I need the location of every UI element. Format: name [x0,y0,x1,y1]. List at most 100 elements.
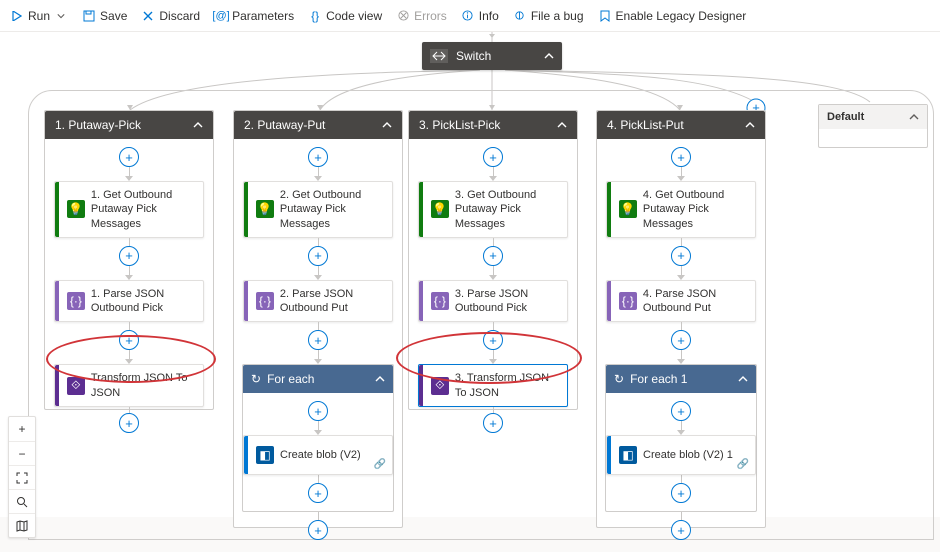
case-4-title: 4. PickList-Put [607,118,684,132]
action-parse-4[interactable]: {·}4. Parse JSON Outbound Put [606,280,756,323]
loop-icon: ↻ [614,372,624,386]
action-get-3[interactable]: 💡3. Get Outbound Putaway Pick Messages [418,181,568,238]
lightbulb-icon: 💡 [619,200,637,218]
link-icon: 🔗 [374,459,386,470]
json-icon: {·} [67,292,85,310]
add-action-button[interactable]: + [483,147,503,167]
default-case[interactable]: Default [818,104,928,148]
add-action-button[interactable]: + [483,246,503,266]
action-transform-3[interactable]: ⟐3. Transform JSON To JSON [418,364,568,407]
case-1-header[interactable]: 1. Putaway-Pick [45,111,213,139]
info-icon [461,9,475,23]
lightbulb-icon: 💡 [67,200,85,218]
foreach-label: For each [267,372,314,386]
run-label: Run [28,9,50,23]
blob-icon: ◧ [256,446,274,464]
action-parse-2[interactable]: {·}2. Parse JSON Outbound Put [243,280,393,323]
case-4-header[interactable]: 4. PickList-Put [597,111,765,139]
save-icon [82,9,96,23]
foreach-label: For each 1 [630,372,687,386]
info-button[interactable]: Info [461,9,499,23]
add-action-button[interactable]: + [308,401,328,421]
action-get-2[interactable]: 💡2. Get Outbound Putaway Pick Messages [243,181,393,238]
errors-button[interactable]: Errors [396,9,447,23]
add-action-button[interactable]: + [308,330,328,350]
loop-icon: ↻ [251,372,261,386]
action-blob-4[interactable]: ◧Create blob (V2) 1🔗 [606,435,756,475]
run-button[interactable]: Run [10,9,68,23]
parameters-icon: [@] [214,9,228,23]
case-4: 4. PickList-Put + 💡 4. Get Outbound Putaw… [596,110,766,528]
chevron-up-icon[interactable] [375,374,385,384]
filebug-button[interactable]: File a bug [513,9,584,23]
add-action-button[interactable]: + [119,330,139,350]
action-get-1[interactable]: 💡 1. Get Outbound Putaway Pick Messages [54,181,204,238]
add-action-button[interactable]: + [671,483,691,503]
chevron-up-icon[interactable] [738,374,748,384]
action-label: 3. Transform JSON To JSON [455,371,559,400]
chevron-up-icon[interactable] [193,120,203,130]
add-action-button[interactable]: + [671,330,691,350]
designer-canvas[interactable]: + Switch 1. Putaway-Pick + 💡 1. Get Outbo… [0,32,940,517]
add-action-button[interactable]: + [119,246,139,266]
zoom-panel: + − [8,416,36,538]
default-label: Default [827,111,864,123]
discard-button[interactable]: Discard [141,9,200,23]
add-action-button[interactable]: + [308,520,328,540]
save-button[interactable]: Save [82,9,127,23]
chevron-up-icon[interactable] [382,120,392,130]
lightbulb-icon: 💡 [256,200,274,218]
case-2-header[interactable]: 2. Putaway-Put [234,111,402,139]
play-icon [10,9,24,23]
add-action-button[interactable]: + [671,147,691,167]
close-icon [141,9,155,23]
chevron-up-icon[interactable] [745,120,755,130]
discard-label: Discard [159,9,200,23]
add-action-button[interactable]: + [308,483,328,503]
action-parse-3[interactable]: {·}3. Parse JSON Outbound Pick [418,280,568,323]
case-3-header[interactable]: 3. PickList-Pick [409,111,577,139]
info-label: Info [479,9,499,23]
chevron-up-icon[interactable] [544,51,554,61]
zoom-out-button[interactable]: − [9,441,35,465]
foreach-2[interactable]: ↻ For each + ◧ Create blob (V2) 🔗 + [242,364,394,512]
codeview-button[interactable]: {} Code view [308,9,382,23]
add-action-button[interactable]: + [119,147,139,167]
action-label: 4. Get Outbound Putaway Pick Messages [643,188,747,231]
add-action-button[interactable]: + [671,520,691,540]
add-action-button[interactable]: + [119,413,139,433]
case-1: 1. Putaway-Pick + 💡 1. Get Outbound Putaw… [44,110,214,410]
action-label: 3. Parse JSON Outbound Pick [455,287,559,316]
errors-label: Errors [414,9,447,23]
foreach-4[interactable]: ↻For each 1 + ◧Create blob (V2) 1🔗 + [605,364,757,512]
error-icon [396,9,410,23]
case-2-title: 2. Putaway-Put [244,118,325,132]
parameters-button[interactable]: [@] Parameters [214,9,294,23]
action-get-4[interactable]: 💡 4. Get Outbound Putaway Pick Messages [606,181,756,238]
action-label: 1. Get Outbound Putaway Pick Messages [91,188,195,231]
case-2: 2. Putaway-Put + 💡2. Get Outbound Putawa… [233,110,403,528]
action-label: Create blob (V2) 1 [643,448,733,462]
add-action-button[interactable]: + [483,330,503,350]
case-1-title: 1. Putaway-Pick [55,118,141,132]
chevron-up-icon[interactable] [909,112,919,122]
switch-node[interactable]: Switch [422,42,562,70]
fit-button[interactable] [9,465,35,489]
switch-label: Switch [456,49,491,63]
add-action-button[interactable]: + [483,413,503,433]
action-label: Create blob (V2) [280,448,361,462]
zoom-in-button[interactable]: + [9,417,35,441]
chevron-up-icon[interactable] [557,120,567,130]
add-action-button[interactable]: + [671,246,691,266]
search-button[interactable] [9,489,35,513]
action-blob-2[interactable]: ◧ Create blob (V2) 🔗 [243,435,393,475]
add-action-button[interactable]: + [308,147,328,167]
blob-icon: ◧ [619,446,637,464]
action-label: 3. Get Outbound Putaway Pick Messages [455,188,559,231]
add-action-button[interactable]: + [671,401,691,421]
action-transform-1[interactable]: ⟐Transform JSON To JSON [54,364,204,407]
add-action-button[interactable]: + [308,246,328,266]
action-parse-1[interactable]: {·}1. Parse JSON Outbound Pick [54,280,204,323]
json-icon: {·} [619,292,637,310]
legacy-button[interactable]: Enable Legacy Designer [598,9,747,23]
